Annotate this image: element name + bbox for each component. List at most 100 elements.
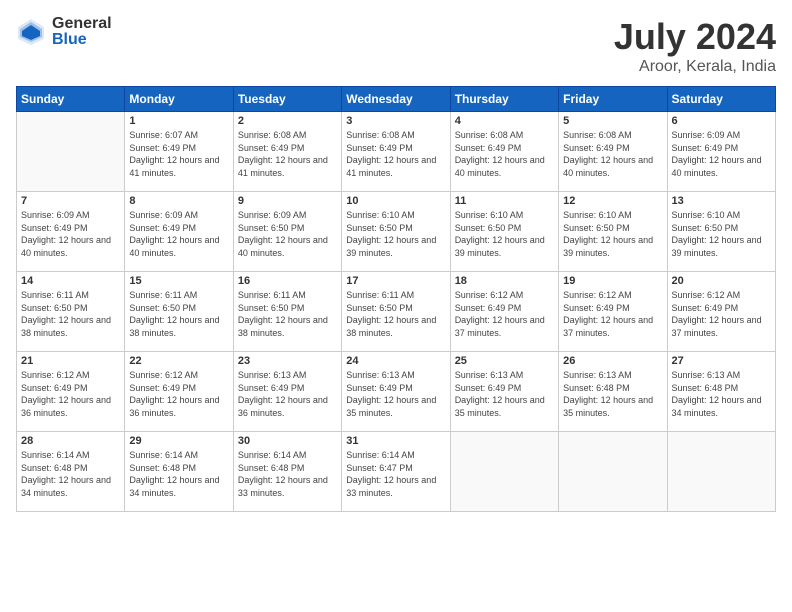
day-info: Sunrise: 6:09 AMSunset: 6:49 PMDaylight:… bbox=[672, 129, 771, 179]
calendar-header-wednesday: Wednesday bbox=[342, 87, 450, 112]
calendar-cell bbox=[667, 432, 775, 512]
day-number: 15 bbox=[129, 275, 228, 287]
calendar-cell: 31 Sunrise: 6:14 AMSunset: 6:47 PMDayligh… bbox=[342, 432, 450, 512]
calendar-cell: 7 Sunrise: 6:09 AMSunset: 6:49 PMDaylight… bbox=[17, 192, 125, 272]
day-number: 12 bbox=[563, 195, 662, 207]
day-info: Sunrise: 6:10 AMSunset: 6:50 PMDaylight:… bbox=[672, 209, 771, 259]
day-number: 5 bbox=[563, 115, 662, 127]
calendar-cell: 30 Sunrise: 6:14 AMSunset: 6:48 PMDayligh… bbox=[233, 432, 341, 512]
calendar-cell: 9 Sunrise: 6:09 AMSunset: 6:50 PMDaylight… bbox=[233, 192, 341, 272]
calendar-header-sunday: Sunday bbox=[17, 87, 125, 112]
day-number: 16 bbox=[238, 275, 337, 287]
calendar-cell: 14Sunrise: 6:11 AMSunset: 6:50 PMDayligh… bbox=[17, 272, 125, 352]
day-number: 30 bbox=[238, 435, 337, 447]
calendar-cell: 4 Sunrise: 6:08 AMSunset: 6:49 PMDaylight… bbox=[450, 112, 558, 192]
calendar-header-saturday: Saturday bbox=[667, 87, 775, 112]
calendar-week-5: 28 Sunrise: 6:14 AMSunset: 6:48 PMDayligh… bbox=[17, 432, 776, 512]
page: General Blue July 2024 Aroor, Kerala, In… bbox=[0, 0, 792, 612]
day-number: 19 bbox=[563, 275, 662, 287]
calendar-table: SundayMondayTuesdayWednesdayThursdayFrid… bbox=[16, 86, 776, 512]
day-info: Sunrise: 6:14 AMSunset: 6:48 PMDaylight:… bbox=[238, 449, 337, 499]
day-info: Sunrise: 6:10 AMSunset: 6:50 PMDaylight:… bbox=[455, 209, 554, 259]
calendar-cell: 26Sunrise: 6:13 AMSunset: 6:48 PMDayligh… bbox=[559, 352, 667, 432]
calendar-cell: 1 Sunrise: 6:07 AMSunset: 6:49 PMDaylight… bbox=[125, 112, 233, 192]
calendar-cell: 29Sunrise: 6:14 AMSunset: 6:48 PMDayligh… bbox=[125, 432, 233, 512]
day-info: Sunrise: 6:13 AMSunset: 6:48 PMDaylight:… bbox=[563, 369, 662, 419]
day-info: Sunrise: 6:07 AMSunset: 6:49 PMDaylight:… bbox=[129, 129, 228, 179]
calendar-cell bbox=[17, 112, 125, 192]
day-number: 27 bbox=[672, 355, 771, 367]
day-number: 9 bbox=[238, 195, 337, 207]
day-info: Sunrise: 6:09 AMSunset: 6:49 PMDaylight:… bbox=[129, 209, 228, 259]
calendar-header-thursday: Thursday bbox=[450, 87, 558, 112]
day-info: Sunrise: 6:12 AMSunset: 6:49 PMDaylight:… bbox=[455, 289, 554, 339]
day-number: 13 bbox=[672, 195, 771, 207]
calendar-week-3: 14Sunrise: 6:11 AMSunset: 6:50 PMDayligh… bbox=[17, 272, 776, 352]
day-info: Sunrise: 6:08 AMSunset: 6:49 PMDaylight:… bbox=[455, 129, 554, 179]
day-info: Sunrise: 6:09 AMSunset: 6:50 PMDaylight:… bbox=[238, 209, 337, 259]
day-number: 21 bbox=[21, 355, 120, 367]
day-info: Sunrise: 6:12 AMSunset: 6:49 PMDaylight:… bbox=[563, 289, 662, 339]
logo-text: General Blue bbox=[52, 16, 112, 48]
day-number: 6 bbox=[672, 115, 771, 127]
day-info: Sunrise: 6:13 AMSunset: 6:48 PMDaylight:… bbox=[672, 369, 771, 419]
day-number: 23 bbox=[238, 355, 337, 367]
day-info: Sunrise: 6:09 AMSunset: 6:49 PMDaylight:… bbox=[21, 209, 120, 259]
calendar-cell: 10 Sunrise: 6:10 AMSunset: 6:50 PMDayligh… bbox=[342, 192, 450, 272]
day-info: Sunrise: 6:11 AMSunset: 6:50 PMDaylight:… bbox=[21, 289, 120, 339]
calendar-header-tuesday: Tuesday bbox=[233, 87, 341, 112]
day-info: Sunrise: 6:11 AMSunset: 6:50 PMDaylight:… bbox=[346, 289, 445, 339]
day-info: Sunrise: 6:08 AMSunset: 6:49 PMDaylight:… bbox=[563, 129, 662, 179]
calendar-cell: 27 Sunrise: 6:13 AMSunset: 6:48 PMDayligh… bbox=[667, 352, 775, 432]
day-info: Sunrise: 6:14 AMSunset: 6:48 PMDaylight:… bbox=[129, 449, 228, 499]
logo-general-text: General bbox=[52, 16, 112, 32]
day-number: 1 bbox=[129, 115, 228, 127]
day-number: 10 bbox=[346, 195, 445, 207]
calendar-cell bbox=[450, 432, 558, 512]
day-info: Sunrise: 6:13 AMSunset: 6:49 PMDaylight:… bbox=[346, 369, 445, 419]
day-info: Sunrise: 6:10 AMSunset: 6:50 PMDaylight:… bbox=[346, 209, 445, 259]
logo-icon bbox=[16, 17, 46, 47]
day-number: 31 bbox=[346, 435, 445, 447]
day-info: Sunrise: 6:13 AMSunset: 6:49 PMDaylight:… bbox=[238, 369, 337, 419]
header: General Blue July 2024 Aroor, Kerala, In… bbox=[16, 16, 776, 76]
calendar-cell: 19 Sunrise: 6:12 AMSunset: 6:49 PMDayligh… bbox=[559, 272, 667, 352]
day-number: 17 bbox=[346, 275, 445, 287]
calendar-cell: 23 Sunrise: 6:13 AMSunset: 6:49 PMDayligh… bbox=[233, 352, 341, 432]
day-info: Sunrise: 6:10 AMSunset: 6:50 PMDaylight:… bbox=[563, 209, 662, 259]
calendar-week-2: 7 Sunrise: 6:09 AMSunset: 6:49 PMDaylight… bbox=[17, 192, 776, 272]
calendar-cell: 11 Sunrise: 6:10 AMSunset: 6:50 PMDayligh… bbox=[450, 192, 558, 272]
day-number: 11 bbox=[455, 195, 554, 207]
day-info: Sunrise: 6:08 AMSunset: 6:49 PMDaylight:… bbox=[346, 129, 445, 179]
logo-blue-text: Blue bbox=[52, 32, 112, 48]
calendar-cell: 15 Sunrise: 6:11 AMSunset: 6:50 PMDayligh… bbox=[125, 272, 233, 352]
day-number: 7 bbox=[21, 195, 120, 207]
day-number: 25 bbox=[455, 355, 554, 367]
title-block: July 2024 Aroor, Kerala, India bbox=[614, 16, 776, 76]
day-number: 3 bbox=[346, 115, 445, 127]
subtitle: Aroor, Kerala, India bbox=[614, 58, 776, 76]
calendar-cell: 28 Sunrise: 6:14 AMSunset: 6:48 PMDayligh… bbox=[17, 432, 125, 512]
day-info: Sunrise: 6:11 AMSunset: 6:50 PMDaylight:… bbox=[129, 289, 228, 339]
day-info: Sunrise: 6:11 AMSunset: 6:50 PMDaylight:… bbox=[238, 289, 337, 339]
day-info: Sunrise: 6:14 AMSunset: 6:47 PMDaylight:… bbox=[346, 449, 445, 499]
calendar-cell: 16 Sunrise: 6:11 AMSunset: 6:50 PMDayligh… bbox=[233, 272, 341, 352]
calendar-header-row: SundayMondayTuesdayWednesdayThursdayFrid… bbox=[17, 87, 776, 112]
day-info: Sunrise: 6:12 AMSunset: 6:49 PMDaylight:… bbox=[672, 289, 771, 339]
day-number: 28 bbox=[21, 435, 120, 447]
calendar-cell: 13 Sunrise: 6:10 AMSunset: 6:50 PMDayligh… bbox=[667, 192, 775, 272]
calendar-cell: 20 Sunrise: 6:12 AMSunset: 6:49 PMDayligh… bbox=[667, 272, 775, 352]
calendar-header-monday: Monday bbox=[125, 87, 233, 112]
day-info: Sunrise: 6:08 AMSunset: 6:49 PMDaylight:… bbox=[238, 129, 337, 179]
calendar-cell: 5 Sunrise: 6:08 AMSunset: 6:49 PMDaylight… bbox=[559, 112, 667, 192]
day-number: 4 bbox=[455, 115, 554, 127]
day-number: 20 bbox=[672, 275, 771, 287]
calendar-cell: 21Sunrise: 6:12 AMSunset: 6:49 PMDayligh… bbox=[17, 352, 125, 432]
calendar-cell: 2 Sunrise: 6:08 AMSunset: 6:49 PMDaylight… bbox=[233, 112, 341, 192]
day-info: Sunrise: 6:14 AMSunset: 6:48 PMDaylight:… bbox=[21, 449, 120, 499]
day-number: 2 bbox=[238, 115, 337, 127]
main-title: July 2024 bbox=[614, 16, 776, 58]
calendar-cell: 3 Sunrise: 6:08 AMSunset: 6:49 PMDaylight… bbox=[342, 112, 450, 192]
day-number: 24 bbox=[346, 355, 445, 367]
day-number: 18 bbox=[455, 275, 554, 287]
